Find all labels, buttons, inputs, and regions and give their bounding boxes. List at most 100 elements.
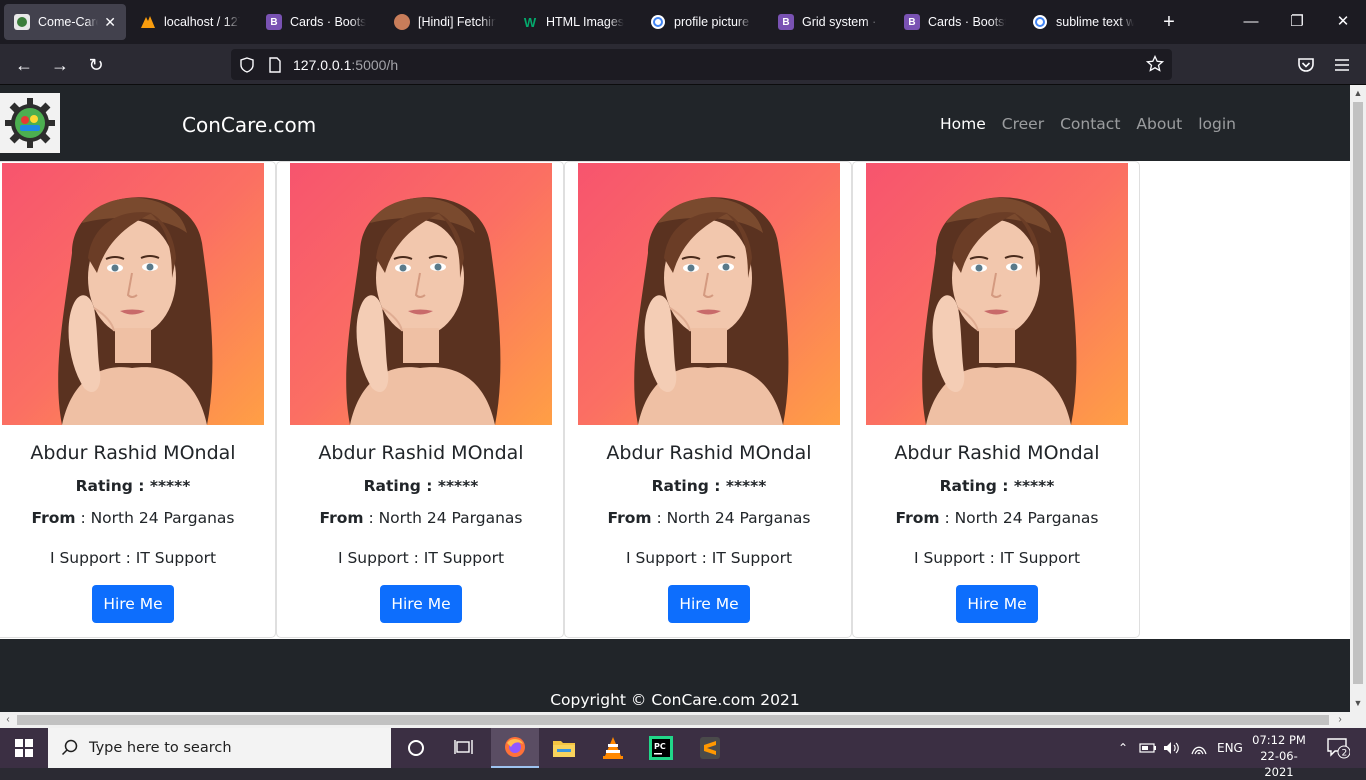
- profile-rating: Rating : *****: [75, 477, 191, 495]
- profile-photo: [866, 163, 1128, 425]
- site-logo[interactable]: [0, 93, 60, 153]
- profile-rating: Rating : *****: [651, 477, 767, 495]
- tab-localhost[interactable]: localhost / 127.0: [130, 4, 250, 40]
- tab-cards-bootstrap[interactable]: B Cards · Bootstrap: [256, 4, 376, 40]
- task-view-icon[interactable]: [440, 728, 488, 768]
- profile-support: I Support : IT Support: [49, 549, 217, 567]
- site-brand[interactable]: ConCare.com: [182, 113, 316, 137]
- language-indicator[interactable]: ENG: [1217, 741, 1243, 755]
- address-bar[interactable]: 127.0.0.1:5000/h: [231, 49, 1172, 80]
- battery-icon[interactable]: [1139, 742, 1157, 754]
- hire-me-button[interactable]: Hire Me: [668, 585, 750, 623]
- nav-creer-link[interactable]: Creer: [1002, 115, 1044, 133]
- start-button[interactable]: [0, 728, 48, 768]
- shield-icon[interactable]: [239, 56, 255, 73]
- taskbar-clock[interactable]: 07:12 PM 22-06-2021: [1248, 732, 1310, 780]
- tab-grid-system[interactable]: B Grid system · Bo: [768, 4, 890, 40]
- pycharm-icon[interactable]: PC: [637, 728, 685, 768]
- close-icon[interactable]: ✕: [98, 14, 116, 31]
- tab-profile-picture[interactable]: profile picture -: [640, 4, 762, 40]
- google-icon: [650, 14, 666, 30]
- search-icon: [61, 739, 78, 756]
- vertical-scrollbar[interactable]: ▲ ▼: [1350, 85, 1366, 712]
- new-tab-button[interactable]: +: [1158, 10, 1180, 34]
- windows-taskbar: Type here to search PC ⌃ ENG 07:12 PM 22…: [0, 728, 1366, 779]
- notifications-icon[interactable]: 2: [1316, 728, 1360, 768]
- pocket-icon[interactable]: [1295, 54, 1317, 76]
- tab-sublime-text[interactable]: sublime text wri: [1022, 4, 1144, 40]
- phpmyadmin-icon: [140, 14, 156, 30]
- horizontal-scrollbar[interactable]: ‹ ›: [0, 712, 1366, 728]
- browser-tab-strip: Come-Care ✕ localhost / 127.0 B Cards · …: [0, 0, 1366, 44]
- tab-html-images[interactable]: W HTML Images: [512, 4, 634, 40]
- tab-come-care[interactable]: Come-Care ✕: [4, 4, 126, 40]
- hire-me-button[interactable]: Hire Me: [92, 585, 174, 623]
- profile-location: From : North 24 Parganas: [895, 509, 1099, 527]
- close-window-icon[interactable]: ✕: [1332, 10, 1354, 34]
- tab-hindi-fetching[interactable]: [Hindi] Fetching: [384, 4, 506, 40]
- scroll-up-icon[interactable]: ▲: [1353, 88, 1363, 98]
- hire-me-button[interactable]: Hire Me: [380, 585, 462, 623]
- scroll-right-icon[interactable]: ›: [1335, 715, 1345, 725]
- reload-icon[interactable]: ↻: [83, 52, 109, 78]
- volume-icon[interactable]: [1163, 741, 1181, 755]
- tab-label: [Hindi] Fetching: [418, 15, 496, 29]
- profile-photo: [2, 163, 264, 425]
- restore-icon[interactable]: ❐: [1286, 10, 1308, 34]
- avatar-icon: [394, 14, 410, 30]
- tab-label: profile picture -: [674, 15, 752, 29]
- tab-label: localhost / 127.0: [164, 15, 240, 29]
- profile-location: From : North 24 Parganas: [319, 509, 523, 527]
- scroll-down-icon[interactable]: ▼: [1353, 698, 1363, 708]
- nav-contact-link[interactable]: Contact: [1060, 115, 1120, 133]
- windows-icon: [15, 739, 33, 757]
- forward-icon[interactable]: →: [47, 52, 73, 78]
- copyright-text: Copyright © ConCare.com 2021: [550, 691, 800, 709]
- w3schools-icon: W: [523, 14, 537, 30]
- chevron-up-icon[interactable]: ⌃: [1115, 741, 1131, 755]
- profile-name: Abdur Rashid MOndal: [894, 442, 1100, 464]
- profile-name: Abdur Rashid MOndal: [318, 442, 524, 464]
- nav-login-link[interactable]: login: [1198, 115, 1236, 133]
- back-icon[interactable]: ←: [11, 52, 37, 78]
- profile-photo: [290, 163, 552, 425]
- notification-count: 2: [1342, 749, 1348, 759]
- profile-card: Abdur Rashid MOndal Rating : ***** From …: [0, 161, 276, 638]
- profile-location: From : North 24 Parganas: [31, 509, 235, 527]
- profile-location: From : North 24 Parganas: [607, 509, 811, 527]
- firefox-icon[interactable]: [491, 728, 539, 768]
- bootstrap-icon: B: [266, 14, 282, 30]
- bootstrap-icon: B: [778, 14, 794, 30]
- url-text[interactable]: 127.0.0.1:5000/h: [293, 57, 398, 73]
- google-icon: [1032, 14, 1048, 30]
- nav-home-link[interactable]: Home: [940, 115, 986, 133]
- nav-about-link[interactable]: About: [1136, 115, 1182, 133]
- vlc-icon[interactable]: [589, 728, 637, 768]
- site-nav-links: Home Creer Contact About login: [940, 115, 1236, 133]
- bootstrap-icon: B: [904, 14, 920, 30]
- file-explorer-icon[interactable]: [540, 728, 588, 768]
- bookmark-star-icon[interactable]: [1146, 55, 1164, 73]
- minimize-icon[interactable]: —: [1240, 10, 1262, 34]
- tab-label: HTML Images: [546, 15, 624, 29]
- tab-cards-bootstrap-2[interactable]: B Cards · Bootstrap: [894, 4, 1016, 40]
- hire-me-button[interactable]: Hire Me: [956, 585, 1038, 623]
- profile-rating: Rating : *****: [363, 477, 479, 495]
- scrollbar-thumb[interactable]: [17, 715, 1329, 725]
- profile-name: Abdur Rashid MOndal: [606, 442, 812, 464]
- profile-support: I Support : IT Support: [913, 549, 1081, 567]
- gear-logo-icon: [5, 98, 55, 148]
- profile-card: Abdur Rashid MOndal Rating : ***** From …: [276, 161, 564, 638]
- site-navbar: ConCare.com Home Creer Contact About log…: [0, 85, 1350, 161]
- site-favicon-icon: [14, 14, 30, 30]
- system-tray: ⌃ ENG: [1115, 728, 1243, 768]
- tab-label: Grid system · Bo: [802, 15, 880, 29]
- taskbar-search[interactable]: Type here to search: [48, 728, 391, 768]
- scrollbar-thumb[interactable]: [1353, 102, 1363, 684]
- cortana-icon[interactable]: [392, 728, 440, 768]
- wifi-icon[interactable]: [1191, 741, 1207, 755]
- menu-icon[interactable]: [1331, 54, 1353, 76]
- page-viewport: ConCare.com Home Creer Contact About log…: [0, 85, 1350, 712]
- scroll-left-icon[interactable]: ‹: [3, 715, 13, 725]
- sublime-text-icon[interactable]: [686, 728, 734, 768]
